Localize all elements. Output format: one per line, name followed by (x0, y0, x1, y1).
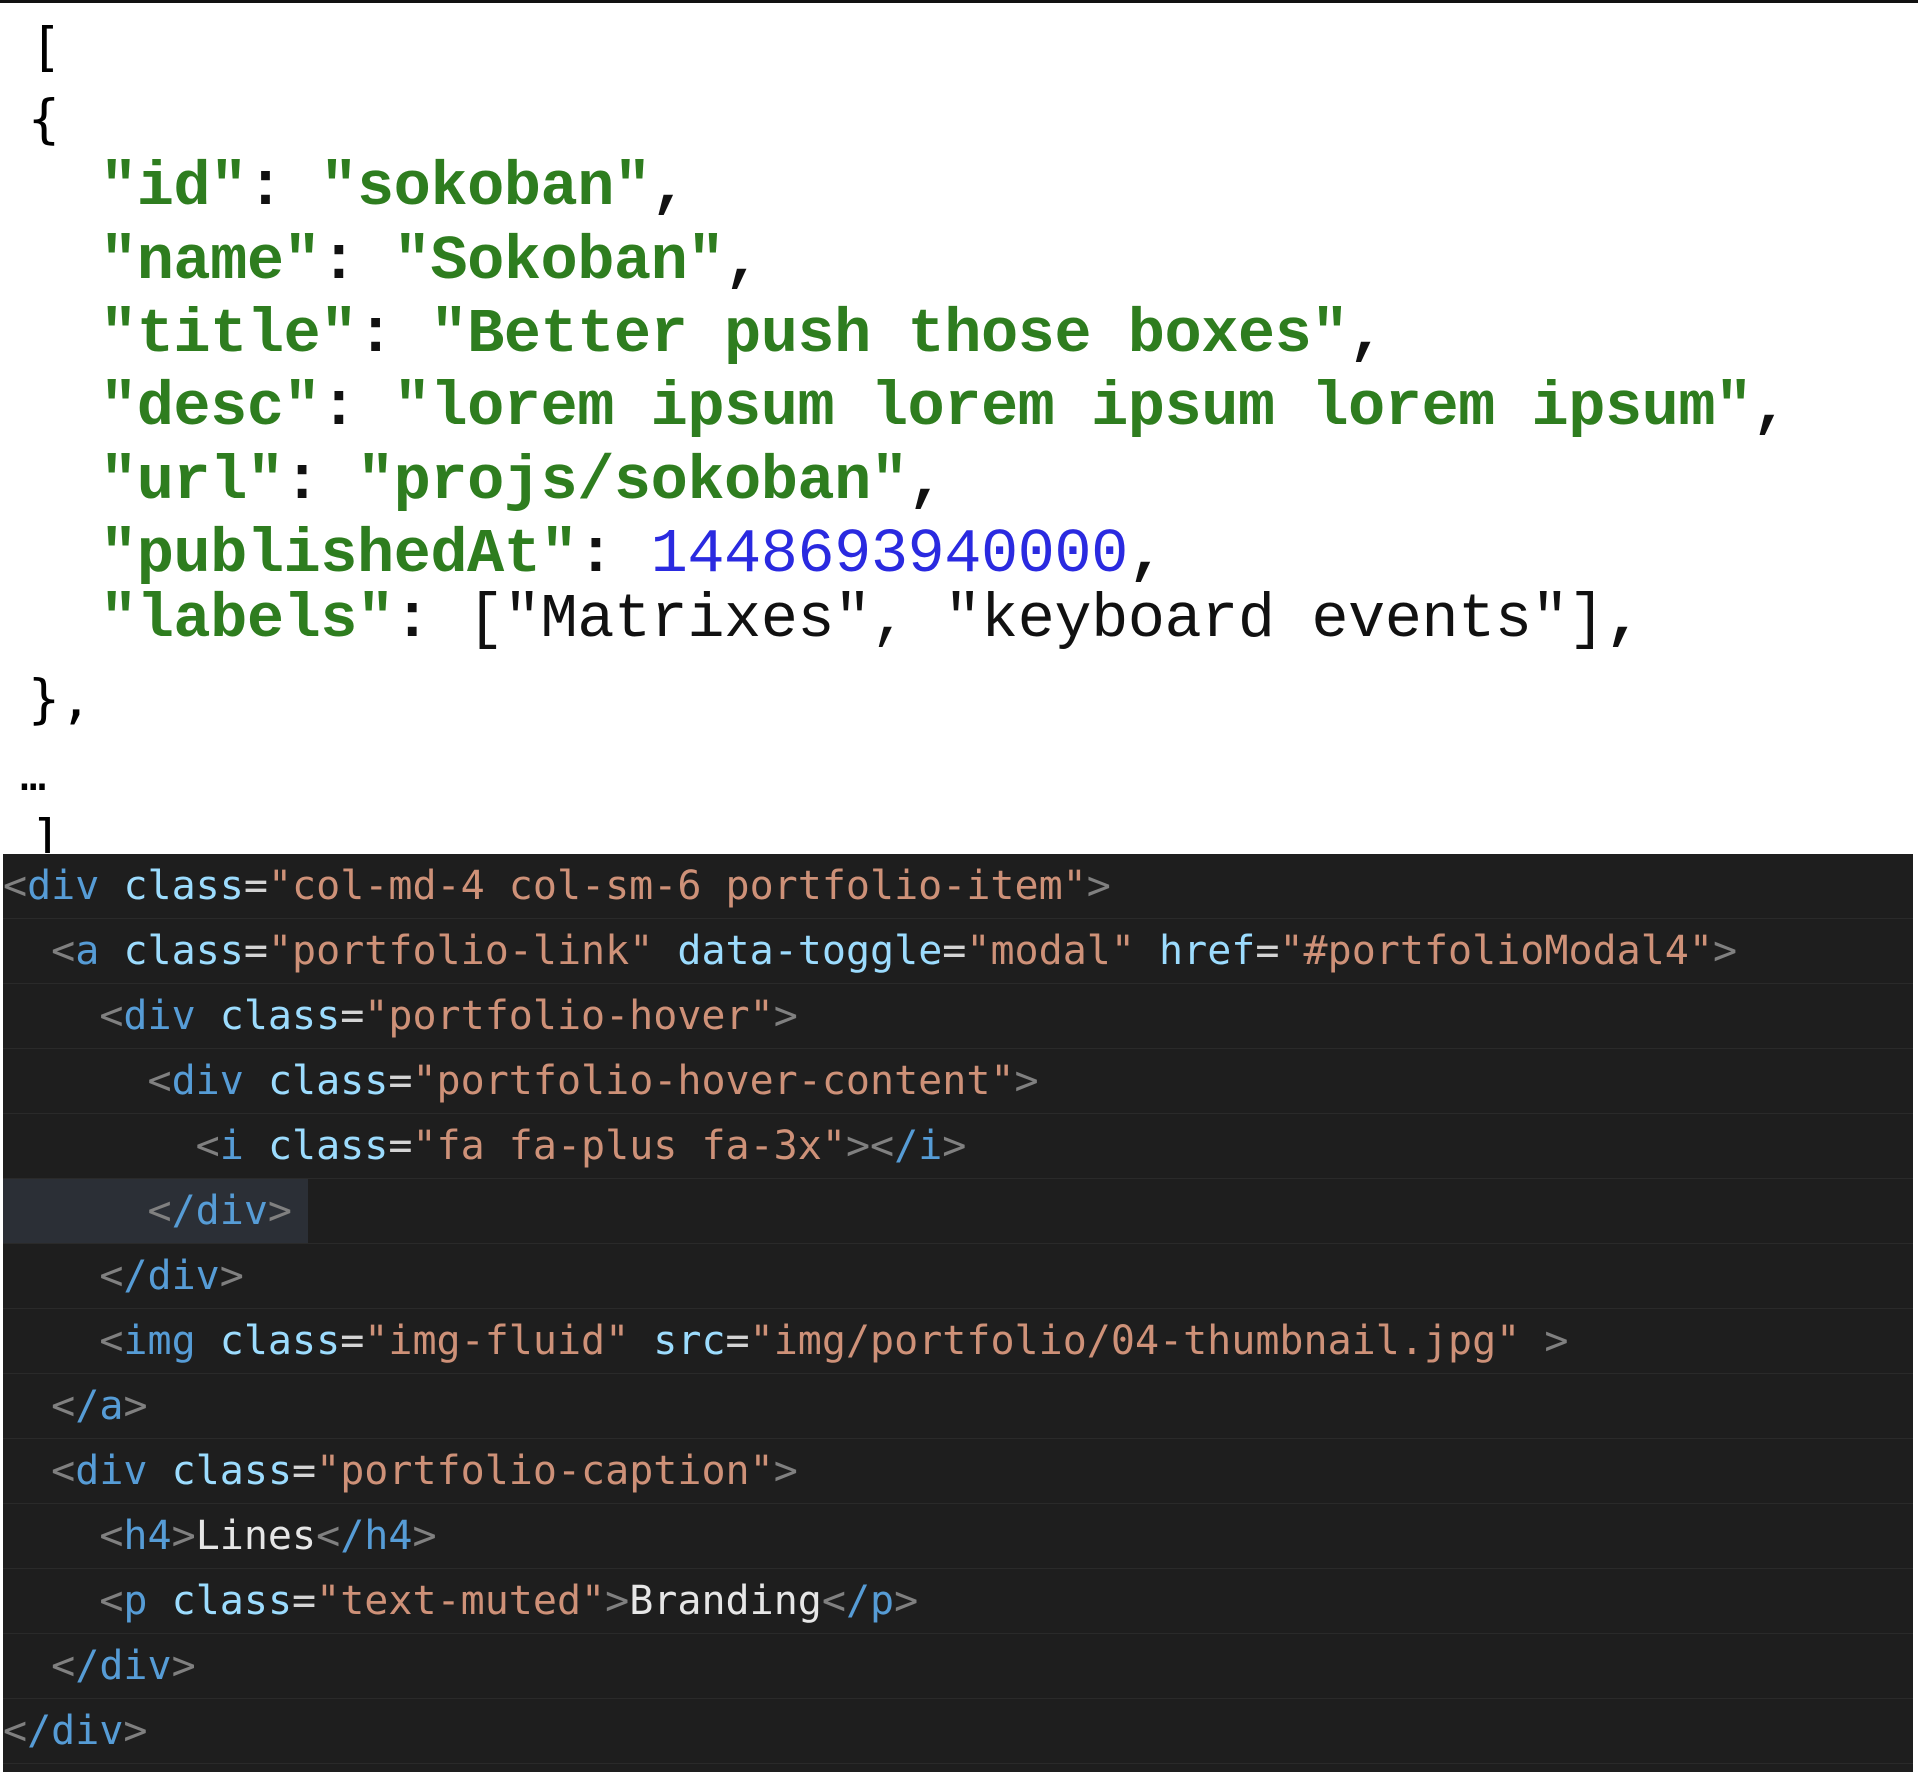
tag-name: div (75, 1448, 148, 1494)
html-code-panel: <div class="col-md-4 col-sm-6 portfolio-… (3, 854, 1913, 1772)
code-line: <p class="text-muted">Branding</p> (3, 1569, 1913, 1634)
json-array-value: ["Matrixes", "keyboard events"] (467, 584, 1605, 655)
attr-name: class (123, 863, 244, 909)
attr-value: "portfolio-hover-content" (412, 1058, 1015, 1104)
json-key: "labels" (100, 584, 394, 655)
attr-name: data-toggle (677, 928, 943, 974)
json-line-labels: "labels": ["Matrixes", "keyboard events"… (100, 584, 1642, 655)
tag-name: /div (123, 1253, 220, 1299)
json-key: "name" (100, 226, 321, 297)
json-key: "publishedAt" (100, 519, 578, 590)
json-line-published-at: "publishedAt": 1448693940000, (100, 519, 1165, 590)
json-key: "id" (100, 152, 247, 223)
json-code-panel: [ { "id": "sokoban", "name": "Sokoban", … (0, 3, 1918, 853)
json-ellipsis: … (20, 750, 47, 801)
attr-value: "text-muted" (316, 1578, 606, 1624)
attr-name: class (219, 1318, 341, 1364)
json-string-value: "sokoban" (320, 152, 651, 223)
code-line: </div> (3, 1244, 1913, 1309)
attr-value: "#portfolioModal4" (1279, 928, 1713, 974)
tag-name: div (27, 863, 100, 909)
tag-name: p (123, 1578, 148, 1624)
attr-value: "modal" (966, 928, 1135, 974)
json-key: "url" (100, 446, 284, 517)
json-line-name: "name": "Sokoban", (100, 226, 761, 297)
attr-value: "portfolio-hover" (364, 993, 774, 1039)
code-line: <div class="portfolio-hover-content"> (3, 1049, 1913, 1114)
tag-name: a (75, 928, 100, 974)
json-line-id: "id": "sokoban", (100, 152, 688, 223)
json-string-value: "Better push those boxes" (430, 299, 1349, 370)
json-open-bracket: [ (30, 17, 62, 78)
code-line: <div class="portfolio-hover"> (3, 984, 1913, 1049)
tag-name: h4 (123, 1513, 172, 1559)
attr-name: class (219, 993, 341, 1039)
attr-name: class (171, 1448, 293, 1494)
attr-value: "portfolio-caption" (316, 1448, 774, 1494)
json-line-title: "title": "Better push those boxes", (100, 299, 1385, 370)
attr-name: src (653, 1318, 726, 1364)
code-line: </a> (3, 1374, 1913, 1439)
attr-name: class (171, 1578, 293, 1624)
tag-name: /a (75, 1383, 124, 1429)
json-string-value: "lorem ipsum lorem ipsum lorem ipsum" (393, 372, 1753, 443)
element-text: Lines (195, 1513, 317, 1559)
json-close-bracket: ] (30, 809, 62, 853)
tag-name: img (123, 1318, 196, 1364)
tag-name: /div (171, 1188, 268, 1234)
json-string-value: "Sokoban" (393, 226, 725, 297)
attr-value: "fa fa-plus fa-3x" (412, 1123, 846, 1169)
tag-name: /h4 (340, 1513, 413, 1559)
json-number-value: 1448693940000 (650, 519, 1129, 590)
tag-name: div (123, 993, 196, 1039)
attr-name: href (1159, 928, 1256, 974)
tag-name: /div (75, 1643, 172, 1689)
tag-name: div (171, 1058, 244, 1104)
json-key: "title" (100, 299, 357, 370)
tag-name: /i (894, 1123, 943, 1169)
json-line-desc: "desc": "lorem ipsum lorem ipsum lorem i… (100, 372, 1789, 443)
code-line: <h4>Lines</h4> (3, 1504, 1913, 1569)
attr-value: "img-fluid" (364, 1318, 630, 1364)
json-key: "desc" (100, 372, 321, 443)
code-line: <img class="img-fluid" src="img/portfoli… (3, 1309, 1913, 1374)
element-text: Branding (629, 1578, 822, 1624)
json-string-value: "projs/sokoban" (356, 446, 908, 517)
tag-name: i (219, 1123, 244, 1169)
json-line-url: "url": "projs/sokoban", (100, 446, 945, 517)
attr-value: "portfolio-link" (267, 928, 654, 974)
attr-value: "col-md-4 col-sm-6 portfolio-item" (267, 863, 1087, 909)
code-line: <i class="fa fa-plus fa-3x"></i> (3, 1114, 1913, 1179)
code-line: </div> (3, 1634, 1913, 1699)
json-close-brace: }, (28, 669, 92, 730)
code-line: <div class="col-md-4 col-sm-6 portfolio-… (3, 854, 1913, 919)
attr-value: "img/portfolio/04-thumbnail.jpg" (749, 1318, 1521, 1364)
code-line: <a class="portfolio-link" data-toggle="m… (3, 919, 1913, 984)
attr-name: class (123, 928, 244, 974)
tag-name: /p (845, 1578, 895, 1624)
json-open-brace: { (28, 89, 60, 150)
code-line: <div class="portfolio-caption"> (3, 1439, 1913, 1504)
tag-name: /div (27, 1708, 124, 1754)
code-line-current: </div> (3, 1179, 1913, 1244)
code-line: </div> (3, 1699, 1913, 1764)
attr-name: class (267, 1058, 389, 1104)
attr-name: class (267, 1123, 389, 1169)
